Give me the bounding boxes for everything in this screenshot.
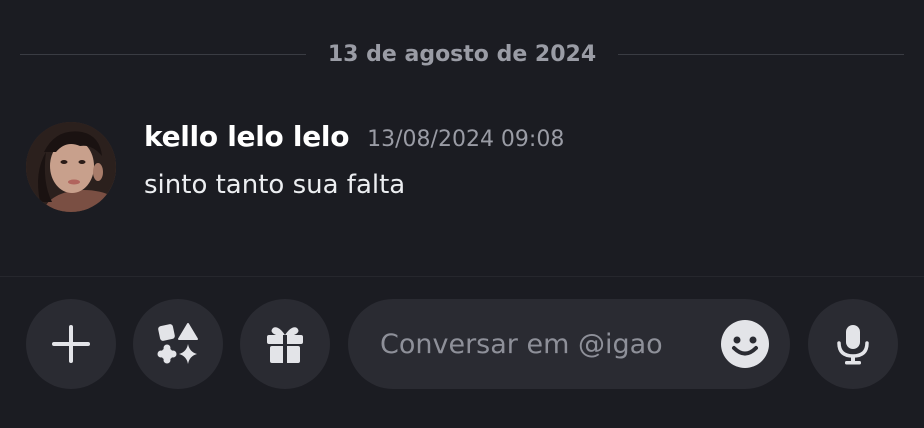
microphone-icon (837, 325, 869, 365)
message[interactable]: kello lelo lelo 13/08/2024 09:08 sinto t… (26, 120, 904, 220)
divider-line-left (20, 53, 306, 55)
apps-icon (157, 323, 198, 364)
date-divider: 13 de agosto de 2024 (20, 34, 905, 74)
chat-screen: 13 de agosto de 2024 kello lelo lelo 13/… (0, 0, 924, 428)
emoji-button[interactable] (720, 319, 770, 369)
emoji-icon (721, 320, 769, 368)
voice-message-button[interactable] (808, 299, 898, 389)
divider-line-right (618, 53, 905, 55)
composer-bar (0, 277, 924, 428)
avatar[interactable] (26, 122, 116, 212)
message-text: sinto tanto sua falta (144, 170, 406, 200)
author-name[interactable]: kello lelo lelo (144, 120, 349, 153)
apps-button[interactable] (133, 299, 223, 389)
message-header: kello lelo lelo 13/08/2024 09:08 (144, 120, 564, 160)
date-divider-label: 13 de agosto de 2024 (327, 41, 597, 67)
gift-button[interactable] (240, 299, 330, 389)
gift-icon (267, 327, 303, 363)
message-input-container[interactable] (348, 299, 790, 389)
plus-icon (52, 325, 90, 363)
attach-button[interactable] (26, 299, 116, 389)
message-body: kello lelo lelo 13/08/2024 09:08 sinto t… (144, 120, 564, 200)
message-input[interactable] (380, 299, 710, 389)
message-timestamp: 13/08/2024 09:08 (367, 127, 565, 152)
